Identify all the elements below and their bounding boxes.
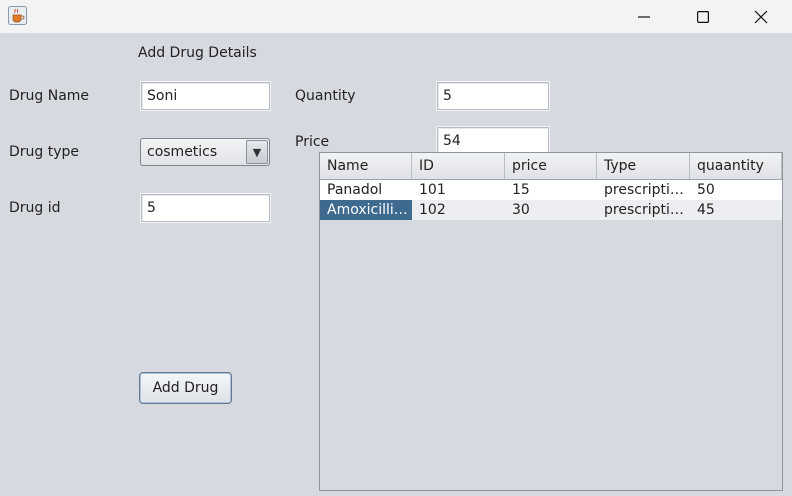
quantity-field[interactable] <box>437 82 549 110</box>
drug-type-select[interactable]: cosmetics ▼ <box>140 138 270 166</box>
column-header-id[interactable]: ID <box>412 153 505 179</box>
column-header-price[interactable]: price <box>505 153 597 179</box>
close-icon <box>754 10 768 23</box>
table-cell[interactable]: 50 <box>690 180 782 200</box>
column-header-quantity[interactable]: quaantity <box>690 153 782 179</box>
form-heading: Add Drug Details <box>138 45 257 61</box>
table-cell[interactable]: 45 <box>690 200 782 220</box>
quantity-label: Quantity <box>295 88 356 104</box>
drug-name-label: Drug Name <box>9 88 90 104</box>
minimize-icon <box>638 15 650 18</box>
drug-id-field[interactable] <box>141 194 270 222</box>
table-cell[interactable]: 102 <box>412 200 505 220</box>
drug-table[interactable]: Name ID price Type quaantity Panadol 101… <box>319 152 783 491</box>
maximize-icon <box>697 10 709 23</box>
drug-type-selected: cosmetics <box>147 144 218 160</box>
column-header-name[interactable]: Name <box>320 153 412 179</box>
table-cell[interactable]: prescriptio... <box>597 200 690 220</box>
table-cell[interactable]: 101 <box>412 180 505 200</box>
title-bar <box>0 0 792 33</box>
price-field[interactable] <box>437 127 549 155</box>
drug-name-field[interactable] <box>141 82 270 110</box>
drug-type-label: Drug type <box>9 144 80 160</box>
table-header: Name ID price Type quaantity <box>320 153 782 180</box>
dropdown-arrow-icon[interactable]: ▼ <box>246 140 268 164</box>
column-header-type[interactable]: Type <box>597 153 690 179</box>
price-label: Price <box>295 134 330 150</box>
table-row[interactable]: Panadol 101 15 prescriptio... 50 <box>320 180 782 200</box>
table-cell[interactable]: prescriptio... <box>597 180 690 200</box>
table-row[interactable]: Amoxicillin ... 102 30 prescriptio... 45 <box>320 200 782 220</box>
java-cup-icon <box>8 6 27 25</box>
table-cell[interactable]: 30 <box>505 200 597 220</box>
maximize-button[interactable] <box>680 0 726 33</box>
table-cell-selected[interactable]: Amoxicillin ... <box>320 200 412 220</box>
drug-id-label: Drug id <box>9 200 61 216</box>
close-button[interactable] <box>738 0 784 33</box>
add-drug-button[interactable]: Add Drug <box>139 372 232 404</box>
table-cell[interactable]: Panadol <box>320 180 412 200</box>
table-cell[interactable]: 15 <box>505 180 597 200</box>
minimize-button[interactable] <box>621 0 667 33</box>
